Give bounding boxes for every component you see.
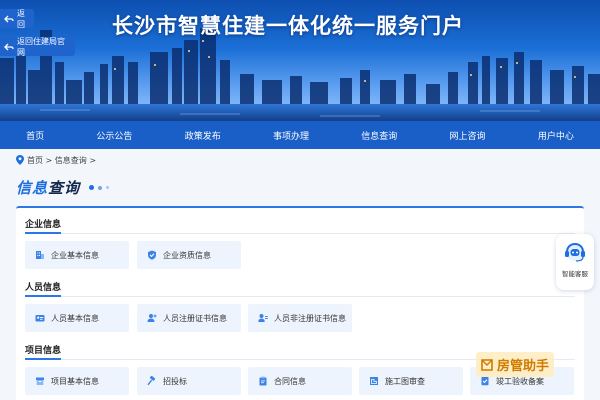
group-divider [25,295,575,297]
nav-item-announcements[interactable]: 公示公告 [90,129,138,142]
check-doc-icon [480,376,490,386]
page-title-part1: 信息 [16,179,49,197]
smart-customer-service-button[interactable]: 智能客服 [556,234,594,290]
nav-item-policy[interactable]: 政策发布 [179,129,227,142]
house-logo-icon [481,358,493,371]
tile-label: 人员注册证书信息 [163,313,227,323]
headset-robot-icon [565,242,585,262]
id-card-icon [35,313,45,323]
tile-label: 企业基本信息 [51,250,99,260]
back-to-bureau-site-button[interactable]: 返回住建局官网 [0,36,75,57]
watermark-text: 房管助手 [497,359,550,374]
page-title: 信息 查询 [16,177,110,198]
tile-personnel-basic-info[interactable]: 人员基本信息 [25,304,129,332]
blueprint-icon [369,376,379,386]
group-title-project: 项目信息 [25,346,62,356]
nav-item-home[interactable]: 首页 [20,129,50,142]
nav-item-info-query[interactable]: 信息查询 [355,129,403,142]
tile-label: 招投标 [163,376,187,386]
tile-personnel-registered-cert[interactable]: 人员注册证书信息 [137,304,241,332]
tile-label: 人员非注册证书信息 [274,313,346,323]
group-title-enterprise: 企业信息 [25,220,62,230]
hammer-icon [147,375,157,386]
tile-label: 企业资质信息 [163,250,211,260]
user-card-icon [258,313,268,323]
tile-contract-info[interactable]: 合同信息 [248,367,352,395]
back-arrow-icon [4,14,14,24]
header-banner: 长沙市智慧住建一体化统一服务门户 [0,0,600,121]
nav-item-services[interactable]: 事项办理 [267,129,315,142]
tile-label: 项目基本信息 [51,376,99,386]
group-title-personnel: 人员信息 [25,283,62,293]
tile-enterprise-basic-info[interactable]: 企业基本信息 [25,241,129,269]
location-pin-icon [16,155,24,165]
tile-enterprise-qualification-info[interactable]: 企业资质信息 [137,241,241,269]
building-icon [35,250,45,260]
tile-label: 施工图审查 [385,376,425,386]
site-title: 长沙市智慧住建一体化统一服务门户 [112,14,464,38]
back-arrow-icon [4,42,14,52]
tile-construction-drawing-review[interactable]: 施工图审查 [359,367,463,395]
breadcrumb: 首页 > 信息查询 > [16,154,96,166]
back-button[interactable]: 返回 [0,8,34,29]
box-icon [35,376,45,386]
back-to-bureau-site-label: 返回住建局官网 [17,36,65,57]
group-divider [25,232,575,234]
breadcrumb-text[interactable]: 首页 > 信息查询 > [27,155,96,166]
back-button-label: 返回 [17,8,25,29]
nav-item-consult[interactable]: 网上咨询 [444,129,492,142]
page: 长沙市智慧住建一体化统一服务门户 返回 返回住建局官网 首页 公示公告 政策发布… [0,0,600,400]
tile-personnel-non-registered-cert[interactable]: 人员非注册证书信息 [248,304,352,332]
main-nav: 首页 公示公告 政策发布 事项办理 信息查询 网上咨询 用户中心 [0,121,600,149]
nav-item-user-center[interactable]: 用户中心 [532,129,580,142]
tile-bidding[interactable]: 招投标 [137,367,241,395]
decorative-dots [89,185,110,190]
shield-check-icon [147,250,157,260]
page-title-part2: 查询 [48,179,81,197]
watermark: 房管助手 [476,352,555,377]
tile-label: 竣工验收备案 [496,376,544,386]
tile-project-basic-info[interactable]: 项目基本信息 [25,367,129,395]
clipboard-icon [258,376,268,386]
tile-label: 合同信息 [274,376,306,386]
smart-customer-service-label: 智能客服 [562,270,588,278]
tile-label: 人员基本信息 [51,313,99,323]
user-add-icon [147,313,157,323]
